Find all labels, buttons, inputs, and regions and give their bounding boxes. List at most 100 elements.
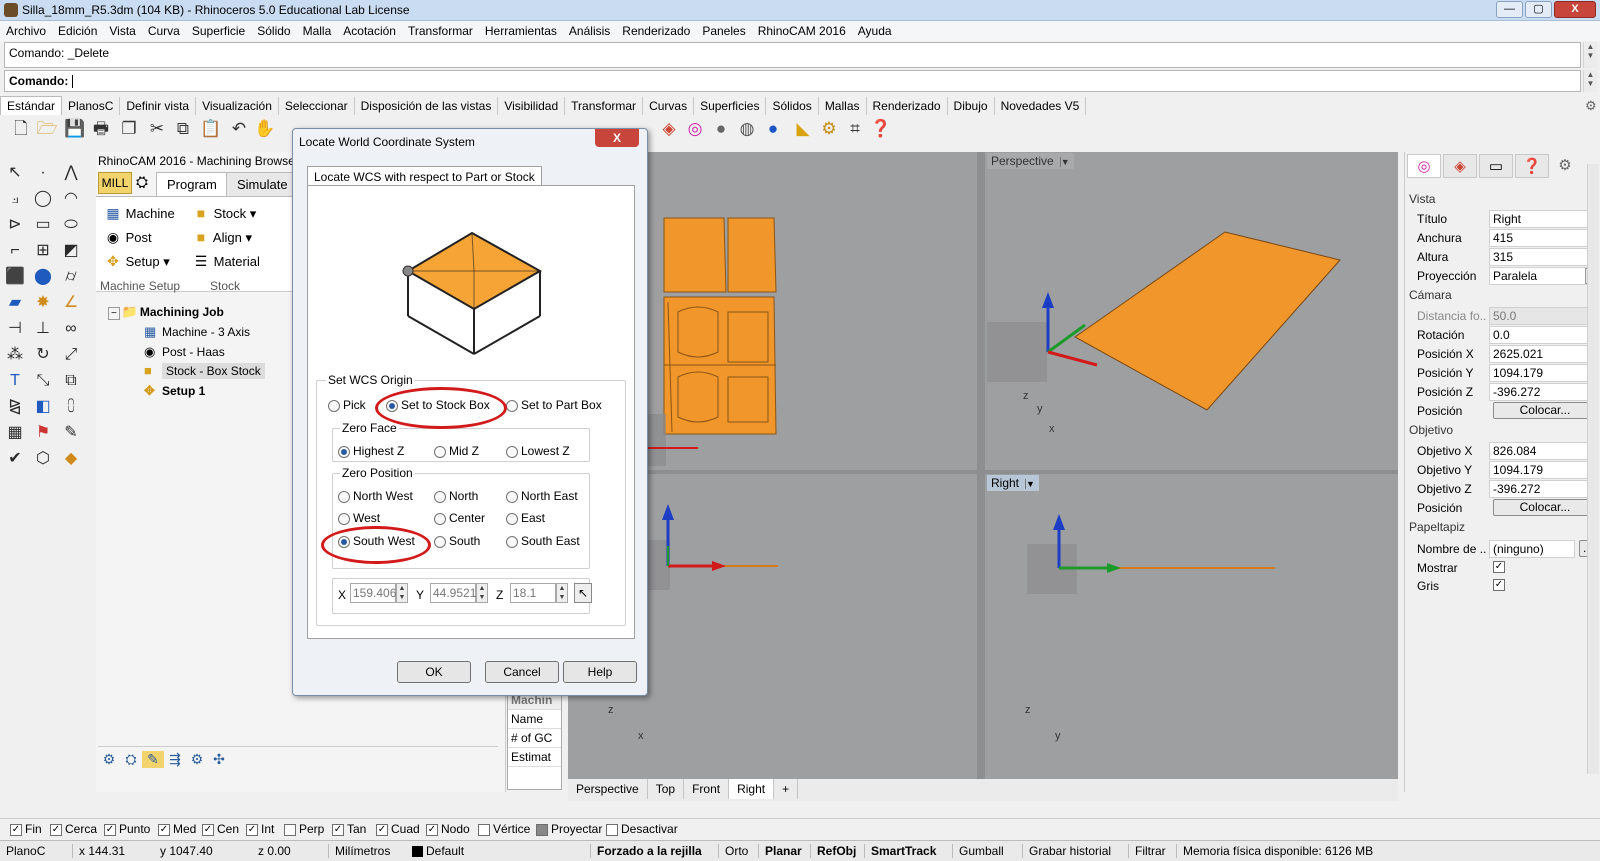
radio-east-dot[interactable] [506, 512, 518, 525]
osnap-cen-checkbox[interactable]: ✓ [202, 823, 214, 836]
explode-icon[interactable]: ✸ [30, 292, 56, 314]
viewport-perspective[interactable]: Perspective ▼ z y x [985, 152, 1398, 470]
coord-x-spinner[interactable]: ▲ ▼ [396, 583, 408, 603]
toolpath-icon-1[interactable]: ⚙ [98, 751, 120, 768]
menu-analisis[interactable]: Análisis [563, 21, 616, 41]
tab-visibilidad[interactable]: Visibilidad [498, 97, 566, 115]
viewport-perspective-label[interactable]: Perspective ▼ [987, 153, 1074, 169]
move-icon[interactable]: ⤡ [30, 370, 56, 392]
menu-malla[interactable]: Malla [297, 21, 338, 41]
collapse-toggle-icon[interactable]: − [108, 307, 120, 320]
radio-set-part-box[interactable]: Set to Part Box [506, 398, 602, 412]
rectangle-icon[interactable]: ▭ [30, 214, 56, 236]
point-grid-icon[interactable]: ⊞ [30, 240, 56, 262]
command-line-scrollbar[interactable]: ▲ ▼ [1583, 70, 1597, 92]
sphere-solid-icon[interactable]: ⬤ [30, 266, 56, 288]
menu-curva[interactable]: Curva [142, 21, 186, 41]
split-icon[interactable]: ⊥ [30, 318, 56, 340]
render-material-icon[interactable]: ◈ [658, 118, 680, 140]
objz-value[interactable]: -396.272 [1489, 480, 1599, 498]
radio-center-dot[interactable] [434, 512, 446, 525]
tab-seleccionar[interactable]: Seleccionar [279, 97, 355, 115]
dialog-close-button[interactable]: X [595, 129, 639, 147]
analyze-icon[interactable]: ⚑ [30, 422, 56, 444]
tab-planosc[interactable]: PlanosC [62, 97, 121, 115]
status-grid-snap[interactable]: Forzado a la rejilla [590, 844, 702, 858]
posz-value[interactable]: -396.272 [1489, 383, 1599, 401]
osnap-cuad[interactable]: ✓ Cuad [376, 822, 420, 836]
new-file-icon[interactable]: 🗋 [10, 118, 32, 140]
radio-west-dot[interactable] [338, 512, 350, 525]
tab-definir-vista[interactable]: Definir vista [120, 97, 197, 115]
status-cplane[interactable]: PlanoC [6, 844, 45, 858]
osnap-vertice-checkbox[interactable] [478, 823, 490, 836]
menu-superficie[interactable]: Superficie [186, 21, 251, 41]
curve-icon[interactable]: ⊳ [2, 214, 28, 236]
right-dropdown-icon[interactable]: ▼ [1025, 479, 1035, 489]
help-button[interactable]: Help [563, 661, 637, 683]
radio-north-east[interactable]: North East [506, 489, 578, 503]
menu-archivo[interactable]: Archivo [0, 21, 52, 41]
circle-icon[interactable]: ◯ [30, 188, 56, 210]
mill-mode-icon[interactable]: ⛭ [136, 174, 148, 191]
osnap-perp[interactable]: Perp [284, 822, 324, 836]
menu-paneles[interactable]: Paneles [696, 21, 751, 41]
tab-simulate[interactable]: Simulate [226, 172, 299, 196]
help-icon[interactable]: ❓ [870, 118, 892, 140]
radio-south-east[interactable]: South East [506, 534, 580, 548]
osnap-fin[interactable]: ✓ Fin [10, 822, 42, 836]
radio-south-west[interactable]: South West [338, 534, 415, 548]
layer-box-icon[interactable]: ⬡ [30, 448, 56, 470]
dialog-tab-locate[interactable]: Locate WCS with respect to Part or Stock [307, 166, 542, 186]
radio-mid-z[interactable]: Mid Z [434, 444, 479, 458]
mostrar-checkbox[interactable]: ✓ [1493, 561, 1505, 573]
cut-icon[interactable]: ✂ [146, 118, 168, 140]
tab-program[interactable]: Program [156, 172, 228, 196]
titulo-value[interactable]: Right [1489, 210, 1599, 228]
osnap-punto-checkbox[interactable]: ✓ [104, 823, 116, 836]
dimension-icon[interactable]: ⌗ [844, 118, 866, 140]
shaded-sphere-icon[interactable]: ● [710, 118, 732, 140]
rotacion-value[interactable]: 0.0 [1489, 326, 1599, 344]
status-layer[interactable]: Default [412, 844, 464, 858]
tree-stock[interactable]: ■ Stock - Box Stock [144, 363, 265, 379]
radio-highest-z-dot[interactable] [338, 445, 350, 458]
toolbar-settings-gear-icon[interactable]: ⚙ [1585, 98, 1597, 114]
menu-ayuda[interactable]: Ayuda [852, 21, 898, 41]
menu-solido[interactable]: Sólido [251, 21, 296, 41]
render-light-icon[interactable]: ◆ [58, 448, 84, 470]
pick-point-button[interactable]: ↖ [574, 583, 592, 603]
scale-icon[interactable]: ⤢ [58, 344, 84, 366]
tab-disposicion[interactable]: Disposición de las vistas [355, 97, 499, 115]
radio-mid-z-dot[interactable] [434, 445, 446, 458]
nombre-value[interactable]: (ninguno) [1489, 540, 1575, 558]
altura-value[interactable]: 315 [1489, 248, 1599, 266]
coord-z-input[interactable]: 18.1 [510, 583, 556, 603]
radio-west[interactable]: West [338, 511, 380, 525]
text-icon[interactable]: T [2, 370, 28, 392]
radio-highest-z[interactable]: Highest Z [338, 444, 404, 458]
copy-icon[interactable]: ⧉ [172, 118, 194, 140]
coord-x-input[interactable]: 159.406 [350, 583, 396, 603]
radio-pick-dot[interactable] [328, 399, 340, 412]
menu-renderizado[interactable]: Renderizado [616, 21, 696, 41]
tab-novedades[interactable]: Novedades V5 [995, 97, 1087, 115]
osnap-nodo-checkbox[interactable]: ✓ [426, 823, 438, 836]
dimension-angle-icon[interactable]: ∠ [58, 292, 84, 314]
osnap-tan[interactable]: ✓ Tan [332, 822, 366, 836]
osnap-cuad-checkbox[interactable]: ✓ [376, 823, 388, 836]
osnap-cerca[interactable]: ✓ Cerca [50, 822, 97, 836]
osnap-vertice[interactable]: Vértice [478, 822, 530, 836]
radio-center[interactable]: Center [434, 511, 485, 525]
osnap-med[interactable]: ✓ Med [158, 822, 196, 836]
tab-mallas[interactable]: Mallas [819, 97, 867, 115]
osnap-punto[interactable]: ✓ Punto [104, 822, 150, 836]
osnap-int-checkbox[interactable]: ✓ [246, 823, 258, 836]
osnap-proyectar[interactable]: Proyectar [536, 822, 602, 836]
panel-settings-gear-icon[interactable]: ⚙ [1555, 154, 1575, 178]
menu-rhinocam[interactable]: RhinoCAM 2016 [752, 21, 852, 41]
gris-checkbox[interactable]: ✓ [1493, 579, 1505, 591]
status-record-history[interactable]: Grabar historial [1022, 844, 1111, 858]
radio-south-dot[interactable] [434, 535, 446, 548]
radio-south-west-dot[interactable] [338, 535, 350, 548]
